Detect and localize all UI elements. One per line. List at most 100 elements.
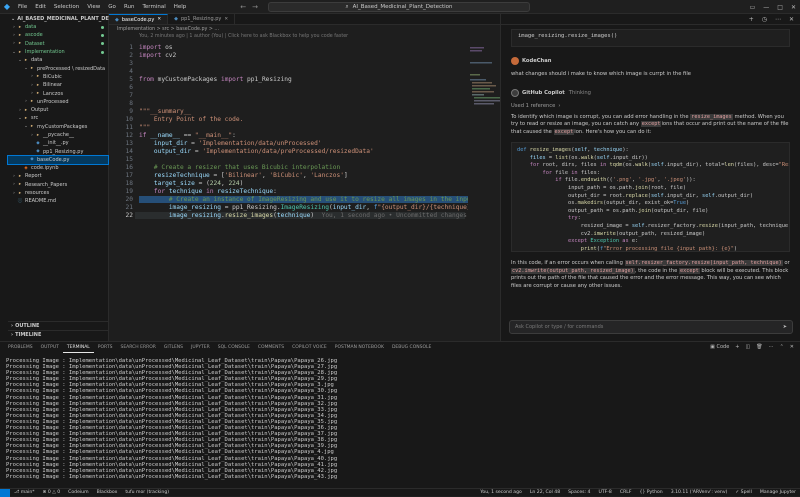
- panel-tab-gitlens[interactable]: GITLENS: [160, 342, 187, 353]
- close-icon[interactable]: ✕: [157, 17, 161, 22]
- status-right-item[interactable]: Ln 22, Col 48: [526, 490, 564, 495]
- history-icon[interactable]: ◷: [762, 16, 767, 23]
- reference-toggle[interactable]: Used 1 reference ›: [511, 103, 790, 109]
- tree-item-label: Implementation: [25, 49, 65, 56]
- suggested-code-block[interactable]: def resize_images(self, technique): file…: [511, 142, 790, 252]
- folder-icon: ▸: [18, 190, 22, 196]
- panel-tab-problems[interactable]: PROBLEMS: [4, 342, 37, 353]
- tree-item[interactable]: › ▸ Research_Papers: [8, 181, 108, 189]
- line-number: 15: [125, 156, 133, 163]
- file-icon: ◆: [36, 140, 40, 146]
- tree-item[interactable]: ⌄ ▸ data: [8, 56, 108, 64]
- panel-tab-jupyter[interactable]: JUPYTER: [187, 342, 214, 353]
- status-right-item[interactable]: UTF-8: [594, 490, 615, 495]
- chat-input[interactable]: Ask Copilot or type / for commands ➤: [509, 320, 793, 334]
- tree-item[interactable]: ⌄ ▸ src: [8, 114, 108, 122]
- panel-tab-output[interactable]: OUTPUT: [37, 342, 63, 353]
- status-left-item[interactable]: ⎇ main*: [10, 490, 39, 495]
- tree-item[interactable]: ⌄ ▸ myCustomPackages: [8, 123, 108, 131]
- minimap[interactable]: [468, 41, 500, 341]
- tree-item[interactable]: › ▸ __pycache__: [8, 131, 108, 139]
- title-bar: ◆ File Edit Selection View Go Run Terminal Help…: [0, 0, 800, 14]
- blame-codelens[interactable]: You, 2 minutes ago | 1 author (You) | Cl…: [109, 33, 500, 40]
- timeline-section[interactable]: › TIMELINE: [8, 330, 109, 339]
- menu-run[interactable]: Run: [120, 4, 139, 10]
- status-right-item[interactable]: CRLF: [616, 490, 636, 495]
- split-terminal-icon[interactable]: ◫: [746, 344, 751, 350]
- terminal-shell-selector[interactable]: ▣ Code: [710, 344, 729, 350]
- tree-item[interactable]: › ▸ Dataset: [8, 40, 108, 48]
- tree-item[interactable]: ◆ baseCode.py: [7, 154, 109, 166]
- menu-help[interactable]: Help: [170, 4, 191, 10]
- explorer-root[interactable]: ⌄ AI_BASED_MEDICINAL_PLANT_DETECTION: [8, 14, 133, 23]
- tree-item[interactable]: ◆ __init__.py: [8, 139, 108, 147]
- tree-item[interactable]: › ▸ Bilinear: [8, 81, 108, 89]
- maximize-button[interactable]: □: [777, 4, 783, 11]
- plus-icon[interactable]: +: [749, 16, 754, 23]
- panel-tab-sql-console[interactable]: SQL CONSOLE: [214, 342, 254, 353]
- chat-input-placeholder: Ask Copilot or type / for commands: [515, 324, 604, 330]
- tree-item[interactable]: › ▸ Report: [8, 172, 108, 180]
- tree-item[interactable]: ◈ code.ipynb: [8, 164, 108, 172]
- status-right-item[interactable]: Spaces: 4: [564, 490, 594, 495]
- minimap-preview: [470, 47, 500, 105]
- status-right-item[interactable]: You, 1 second ago: [476, 490, 526, 495]
- breadcrumb[interactable]: Implementation > src > baseCode.py > ...: [109, 25, 500, 33]
- close-icon[interactable]: ✕: [224, 17, 228, 22]
- remote-indicator-icon[interactable]: [0, 488, 10, 497]
- close-icon[interactable]: ✕: [790, 344, 794, 350]
- tree-item[interactable]: › ▸ resources: [8, 189, 108, 197]
- layout-icon[interactable]: ▭: [750, 4, 756, 11]
- tree-item[interactable]: › ▸ data: [8, 23, 108, 31]
- panel-tab-debug-console[interactable]: DEBUG CONSOLE: [388, 342, 435, 353]
- tree-item[interactable]: ◆ pp1_Resizing.py: [8, 147, 108, 155]
- outline-section[interactable]: › OUTLINE: [8, 321, 109, 330]
- add-terminal-icon[interactable]: +: [735, 344, 739, 350]
- tree-item[interactable]: › ▸ Output: [8, 106, 108, 114]
- tree-item[interactable]: ⌄ ▸ Implementation: [8, 48, 108, 56]
- close-button[interactable]: ✕: [791, 4, 796, 11]
- tab-basecode-py[interactable]: ◆ baseCode.py ✕: [109, 14, 169, 24]
- tree-item[interactable]: › ▸ BiCubic: [8, 73, 108, 81]
- panel-tab-postman-notebook[interactable]: POSTMAN NOTEBOOK: [331, 342, 388, 353]
- minimize-button[interactable]: —: [763, 4, 769, 11]
- folder-icon: ▸: [18, 41, 22, 47]
- status-right-item[interactable]: 3.10.11 ('ARVenv': venv): [667, 490, 732, 495]
- close-icon[interactable]: ✕: [789, 16, 794, 23]
- tree-item-label: preProcessed \ resizedData: [37, 65, 106, 72]
- terminal-output[interactable]: Processing Image : Implementation\data\u…: [6, 358, 337, 480]
- tree-item[interactable]: › ▸ Lanczos: [8, 89, 108, 97]
- back-arrow-icon[interactable]: ←: [240, 3, 246, 11]
- tree-item[interactable]: ⌄ ▸ preProcessed \ resizedData: [8, 64, 108, 72]
- status-right-item[interactable]: Manage Jupyter: [756, 490, 800, 495]
- tab-pp1_resizing-py[interactable]: ◆ pp1_Resizing.py ✕: [168, 14, 236, 24]
- status-left-item[interactable]: Codeium: [64, 490, 92, 495]
- menu-go[interactable]: Go: [104, 4, 120, 10]
- forward-arrow-icon[interactable]: →: [252, 3, 258, 11]
- menu-file[interactable]: File: [14, 4, 31, 10]
- panel-tab-search-error[interactable]: SEARCH ERROR: [116, 342, 159, 353]
- panel-tab-ports[interactable]: PORTS: [94, 342, 117, 353]
- tree-item-label: __init__.py: [43, 140, 69, 147]
- tree-item[interactable]: › ▸ unProcessed: [8, 98, 108, 106]
- status-left-item[interactable]: Blackbox: [93, 490, 122, 495]
- command-center-search[interactable]: ⌕ AI_Based_Medicinal_Plant_Detection: [268, 2, 530, 12]
- panel-tab-copilot-voice[interactable]: COPILOT VOICE: [288, 342, 331, 353]
- more-icon[interactable]: ⋯: [769, 344, 774, 350]
- status-left-item[interactable]: tufu mor (tracking): [121, 490, 173, 495]
- send-icon[interactable]: ➤: [783, 324, 787, 330]
- tree-item[interactable]: › ▸ ascode: [8, 31, 108, 39]
- status-right-item[interactable]: {} Python: [635, 490, 666, 495]
- menu-terminal[interactable]: Terminal: [138, 4, 169, 10]
- chevron-up-icon[interactable]: ⌃: [780, 344, 784, 350]
- panel-tab-comments[interactable]: COMMENTS: [254, 342, 288, 353]
- menu-selection[interactable]: Selection: [50, 4, 83, 10]
- tree-item[interactable]: ⓘ README.md: [8, 197, 108, 205]
- trash-icon[interactable]: 🗑: [756, 344, 762, 350]
- menu-edit[interactable]: Edit: [31, 4, 50, 10]
- more-icon[interactable]: ⋯: [775, 16, 781, 23]
- panel-tab-terminal[interactable]: TERMINAL: [62, 342, 94, 353]
- menu-view[interactable]: View: [83, 4, 104, 10]
- status-left-item[interactable]: ⊗ 0 △ 0: [39, 490, 65, 495]
- status-right-item[interactable]: ✓ Spell: [731, 490, 756, 495]
